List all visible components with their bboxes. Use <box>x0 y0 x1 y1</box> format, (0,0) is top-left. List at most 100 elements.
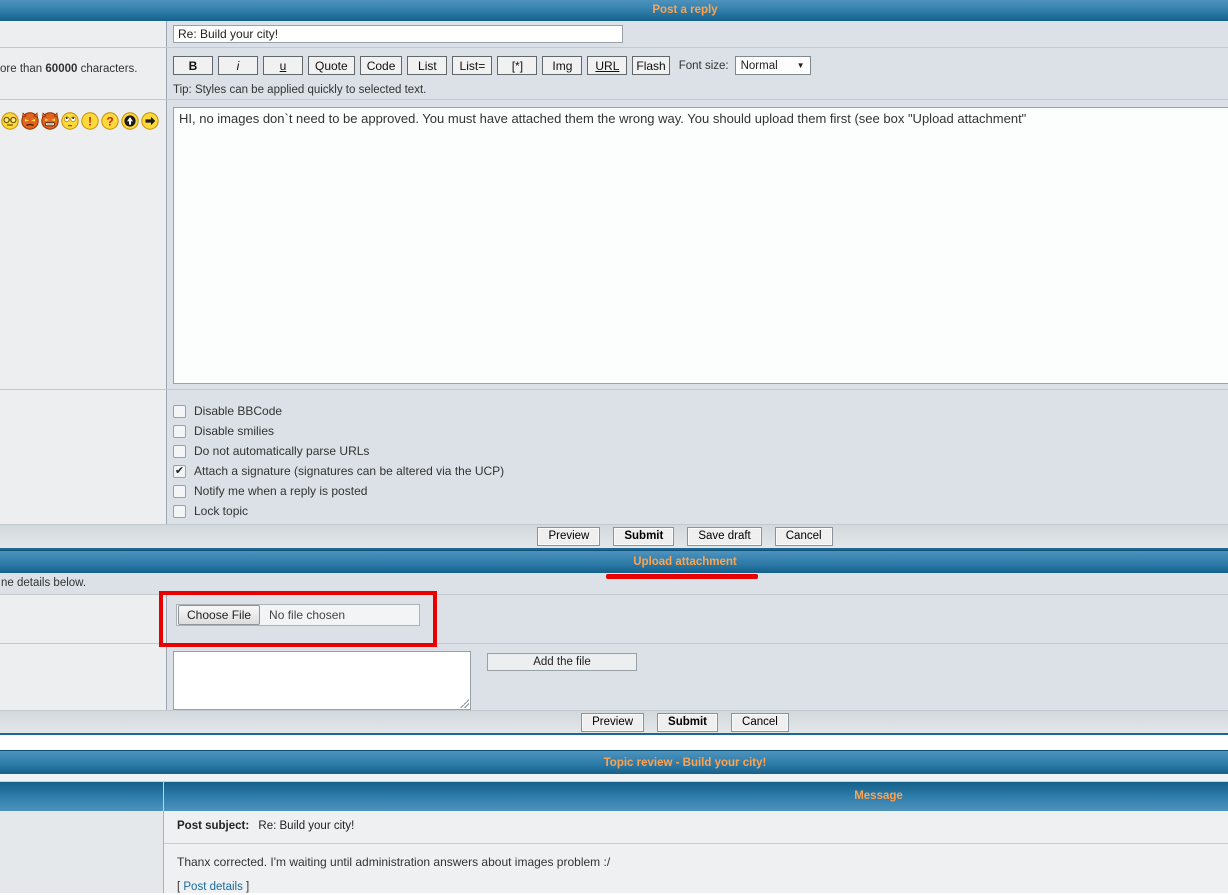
message-textarea[interactable]: HI, no images don`t need to be approved.… <box>173 107 1228 384</box>
evil-smiley-icon[interactable] <box>21 112 39 130</box>
smilies-palette: ! ? <box>0 100 166 130</box>
upload-explain-row: ne details below. <box>0 573 1228 595</box>
file-input[interactable]: Choose File No file chosen <box>176 604 420 626</box>
char-limit-note: ore than 60000 characters. <box>0 63 137 75</box>
exclaim-smiley-icon[interactable]: ! <box>81 112 99 130</box>
post-form-actions: Preview Submit Save draft Cancel <box>0 525 1228 548</box>
section-gap <box>0 735 1228 750</box>
upload-cancel-button[interactable]: Cancel <box>731 713 789 732</box>
lock-topic-checkbox[interactable] <box>173 505 186 518</box>
message-cell: HI, no images don`t need to be approved.… <box>167 100 1228 389</box>
choose-file-button[interactable]: Choose File <box>178 605 260 625</box>
review-post: Post subject: Re: Build your city! Thanx… <box>0 811 1228 893</box>
topic-review-title: Topic review - Build your city! <box>604 757 767 769</box>
subject-label-cell <box>0 21 167 47</box>
review-message-text: Thanx corrected. I'm waiting until admin… <box>177 855 1228 869</box>
toolbar-row: ore than 60000 characters. B i u Quote C… <box>0 48 1228 100</box>
topic-review-header: Topic review - Build your city! <box>0 750 1228 774</box>
bbcode-img-button[interactable]: Img <box>542 56 582 75</box>
svg-text:?: ? <box>106 114 113 128</box>
font-size-select[interactable]: Normal ▼ <box>735 56 811 75</box>
post-subject-label: Post subject: <box>177 820 249 832</box>
upload-attachment-header: Upload attachment <box>0 550 1228 573</box>
file-field-cell: Choose File No file chosen <box>167 595 1228 643</box>
comment-label-cell <box>0 644 167 710</box>
review-author-cell <box>0 811 164 893</box>
post-reply-title: Post a reply <box>652 4 717 16</box>
svg-text:!: ! <box>88 114 92 128</box>
disable-bbcode-checkbox[interactable] <box>173 405 186 418</box>
upload-attachment-title: Upload attachment <box>633 556 737 568</box>
option-lock-topic[interactable]: Lock topic <box>173 501 1228 521</box>
option-disable-smilies[interactable]: Disable smilies <box>173 421 1228 441</box>
bbcode-list-button[interactable]: List <box>407 56 447 75</box>
rolleyes-smiley-icon[interactable] <box>61 112 79 130</box>
upload-explain-text: ne details below. <box>1 577 86 589</box>
bbcode-quote-button[interactable]: Quote <box>308 56 355 75</box>
subject-input[interactable] <box>173 25 623 43</box>
add-file-button[interactable]: Add the file <box>487 653 637 671</box>
bbcode-code-button[interactable]: Code <box>360 56 403 75</box>
author-column-header <box>0 782 164 811</box>
post-subject-value: Re: Build your city! <box>258 820 354 832</box>
bbcode-italic-button[interactable]: i <box>218 56 258 75</box>
preview-button[interactable]: Preview <box>537 527 600 546</box>
topic-review-column-header: Message <box>0 782 1228 811</box>
message-column-header: Message <box>164 782 1228 811</box>
topic-review-separator <box>0 774 1228 782</box>
disable-smilies-checkbox[interactable] <box>173 425 186 438</box>
option-attach-signature[interactable]: Attach a signature (signatures can be al… <box>173 461 1228 481</box>
option-no-parse-urls[interactable]: Do not automatically parse URLs <box>173 441 1228 461</box>
geek-smiley-icon[interactable] <box>1 112 19 130</box>
question-smiley-icon[interactable]: ? <box>101 112 119 130</box>
page: Post a reply ore than 60000 characters. … <box>0 0 1228 895</box>
comment-field-cell: Add the file <box>167 644 1228 710</box>
bbcode-list-item-button[interactable]: [*] <box>497 56 537 75</box>
attach-signature-checkbox[interactable] <box>173 465 186 478</box>
option-disable-bbcode[interactable]: Disable BBCode <box>173 401 1228 421</box>
notify-reply-checkbox[interactable] <box>173 485 186 498</box>
option-notify-reply[interactable]: Notify me when a reply is posted <box>173 481 1228 501</box>
smilies-cell: ! ? <box>0 100 167 389</box>
post-reply-header: Post a reply <box>0 0 1228 21</box>
post-details-line: [ Post details ] <box>177 881 1228 893</box>
file-comment-row: Add the file <box>0 644 1228 711</box>
cancel-button[interactable]: Cancel <box>775 527 833 546</box>
topic-review-title-wrap: Topic review - Build your city! <box>0 751 1228 775</box>
arrow-right-smiley-icon[interactable] <box>141 112 159 130</box>
upload-attachment-panel: Upload attachment ne details below. Choo… <box>0 550 1228 735</box>
submit-button[interactable]: Submit <box>613 527 674 546</box>
styles-tip: Tip: Styles can be applied quickly to se… <box>173 84 1228 96</box>
chevron-down-icon: ▼ <box>797 61 805 70</box>
options-cell: Disable BBCode Disable smilies Do not au… <box>167 390 1228 524</box>
upload-submit-button[interactable]: Submit <box>657 713 718 732</box>
bbcode-toolbar: B i u Quote Code List List= [*] Img URL … <box>167 48 1228 75</box>
review-post-column: Post subject: Re: Build your city! Thanx… <box>164 811 1228 893</box>
arrow-up-smiley-icon[interactable] <box>121 112 139 130</box>
font-size-label: Font size: <box>679 60 729 72</box>
bbcode-flash-button[interactable]: Flash <box>632 56 669 75</box>
subject-row <box>0 21 1228 48</box>
file-label-cell <box>0 595 167 643</box>
file-comment-textarea[interactable] <box>173 651 471 710</box>
options-list: Disable BBCode Disable smilies Do not au… <box>167 390 1228 521</box>
bbcode-underline-button[interactable]: u <box>263 56 303 75</box>
bbcode-bold-button[interactable]: B <box>173 56 213 75</box>
post-details-link[interactable]: Post details <box>183 881 242 893</box>
upload-panel-actions: Preview Submit Cancel <box>0 711 1228 733</box>
post-reply-form: Post a reply ore than 60000 characters. … <box>0 0 1228 550</box>
file-status-text: No file chosen <box>269 608 345 622</box>
upload-preview-button[interactable]: Preview <box>581 713 644 732</box>
topic-review-panel: Topic review - Build your city! Message … <box>0 750 1228 893</box>
options-row: Disable BBCode Disable smilies Do not au… <box>0 390 1228 525</box>
message-row: ! ? <box>0 100 1228 390</box>
bbcode-url-button[interactable]: URL <box>587 56 627 75</box>
subject-field-cell <box>167 21 1228 47</box>
no-parse-urls-checkbox[interactable] <box>173 445 186 458</box>
save-draft-button[interactable]: Save draft <box>687 527 761 546</box>
options-label-cell <box>0 390 167 524</box>
bbcode-ordered-list-button[interactable]: List= <box>452 56 492 75</box>
char-limit-cell: ore than 60000 characters. <box>0 48 167 99</box>
file-comment-wrap <box>173 651 471 710</box>
twisted-smiley-icon[interactable] <box>41 112 59 130</box>
